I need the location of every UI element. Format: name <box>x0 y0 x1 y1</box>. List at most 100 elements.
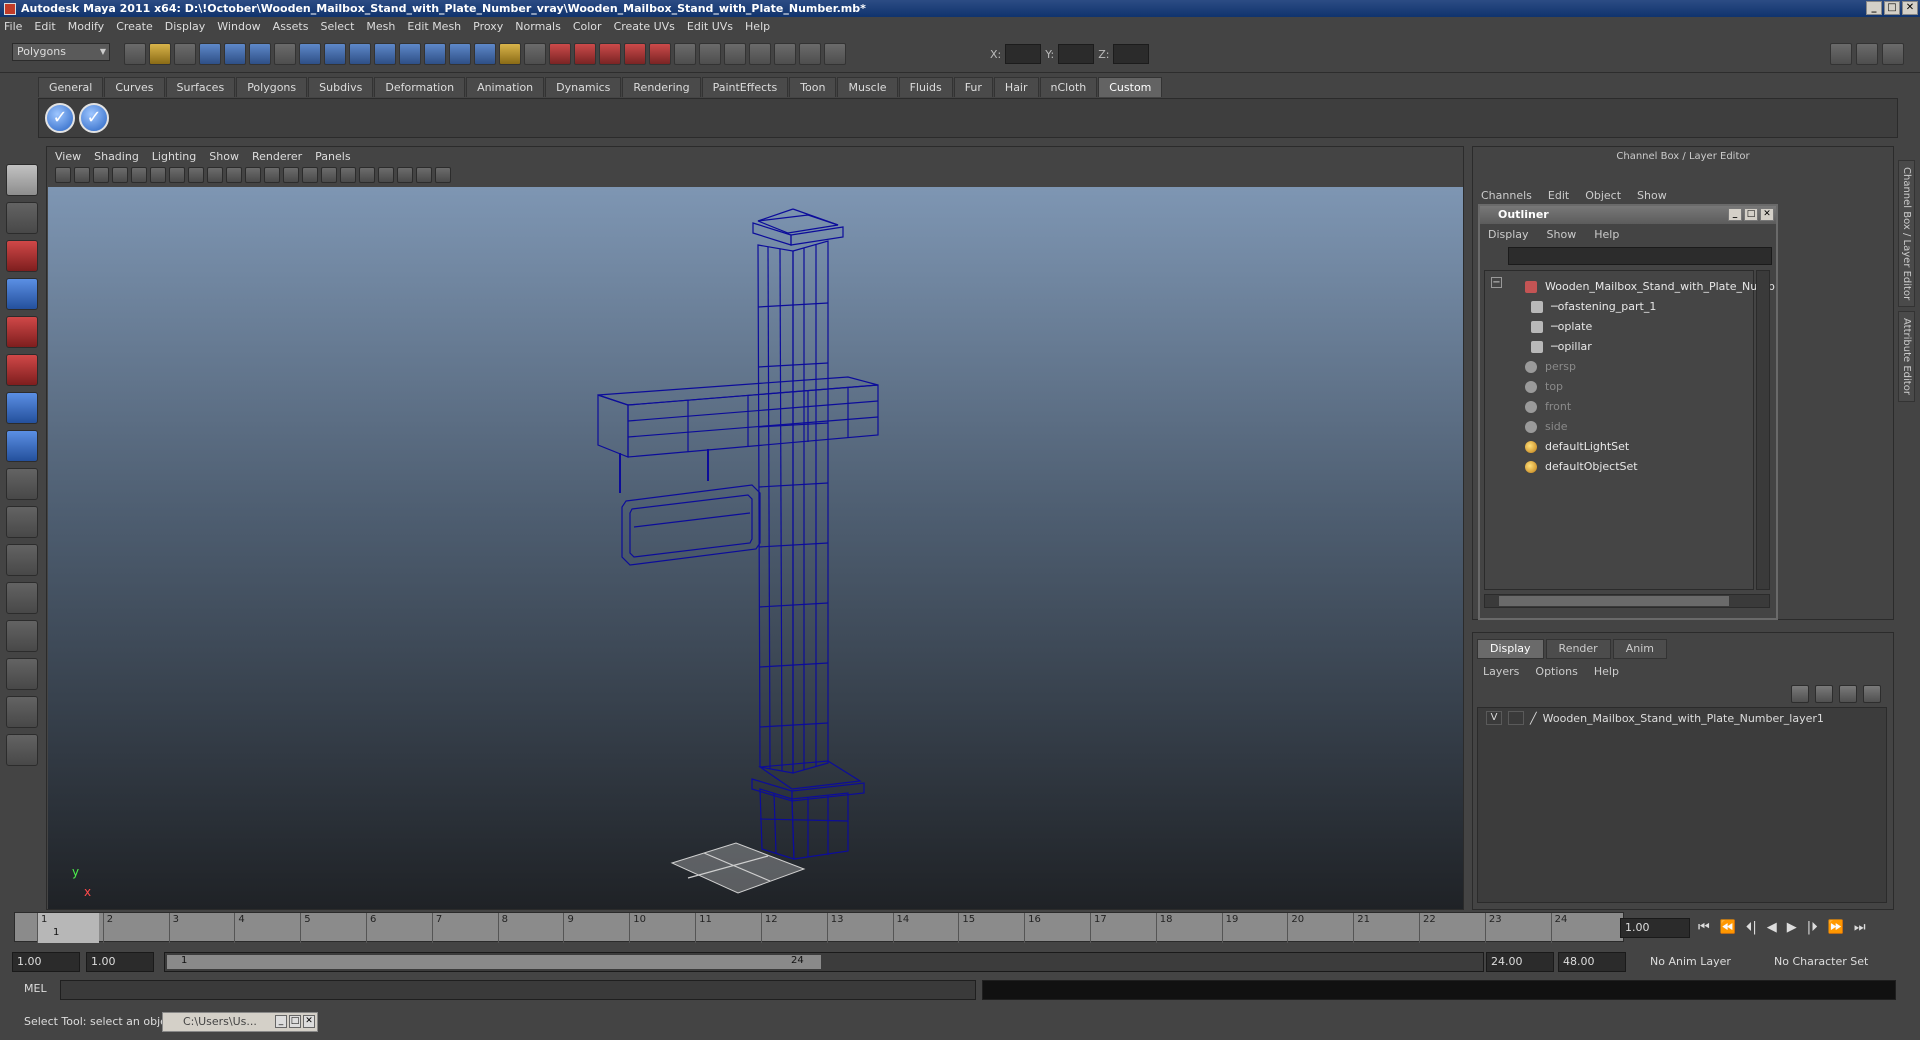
z-field[interactable] <box>1113 44 1150 64</box>
end-time-field[interactable]: 48.00 <box>1558 952 1626 972</box>
output-ops-icon[interactable] <box>699 43 721 65</box>
menu-edit-uvs[interactable]: Edit UVs <box>687 20 733 33</box>
smooth-shade-icon[interactable] <box>283 167 299 183</box>
layer-tab-display[interactable]: Display <box>1477 639 1544 659</box>
outliner-item[interactable]: front <box>1525 397 1571 417</box>
film-gate-icon[interactable] <box>150 167 166 183</box>
y-field[interactable] <box>1058 44 1095 64</box>
vp-menu-lighting[interactable]: Lighting <box>152 150 196 163</box>
backface-culling-icon[interactable] <box>435 167 451 183</box>
select-rendering-icon[interactable] <box>449 43 471 65</box>
move-tool-icon[interactable] <box>6 278 38 310</box>
camera-attributes-icon[interactable] <box>74 167 90 183</box>
highlight-selection-icon[interactable] <box>524 43 546 65</box>
play-forwards-button[interactable]: ▶ <box>1787 920 1797 935</box>
isolate-select-icon[interactable] <box>378 167 394 183</box>
select-tool-icon[interactable] <box>6 164 38 196</box>
playback-end-field[interactable]: 24.00 <box>1486 952 1554 972</box>
single-pane-layout-icon[interactable] <box>6 544 38 576</box>
menu-window[interactable]: Window <box>217 20 260 33</box>
make-live-icon[interactable] <box>649 43 671 65</box>
menu-edit-mesh[interactable]: Edit Mesh <box>407 20 461 33</box>
move-layer-down-icon[interactable] <box>1815 685 1833 703</box>
layer-type-toggle[interactable] <box>1508 711 1524 725</box>
current-time-field[interactable]: 1.00 <box>1620 918 1690 938</box>
task-close-button[interactable]: ✕ <box>303 1015 315 1028</box>
command-language-label[interactable]: MEL <box>24 982 47 995</box>
custom-check-button-1[interactable]: ✓ <box>45 103 75 133</box>
show-manipulator-icon[interactable] <box>6 468 38 500</box>
shelf-tab-curves[interactable]: Curves <box>104 77 165 97</box>
ol-menu-help[interactable]: Help <box>1594 228 1619 241</box>
render-settings-icon[interactable] <box>824 43 846 65</box>
layer-tab-anim[interactable]: Anim <box>1612 639 1667 659</box>
side-tab-attribute-editor[interactable]: Attribute Editor <box>1898 311 1915 403</box>
shadows-icon[interactable] <box>359 167 375 183</box>
menu-select[interactable]: Select <box>320 20 354 33</box>
layer-menu-help[interactable]: Help <box>1594 665 1619 678</box>
menu-edit[interactable]: Edit <box>34 20 55 33</box>
snap-view-plane-icon[interactable] <box>624 43 646 65</box>
outliner-filter-field[interactable] <box>1508 247 1772 265</box>
select-surfaces-icon[interactable] <box>374 43 396 65</box>
range-slider-fill[interactable] <box>167 955 821 969</box>
snap-curve-icon[interactable] <box>574 43 596 65</box>
select-object-icon[interactable] <box>224 43 246 65</box>
select-component-icon[interactable] <box>249 43 271 65</box>
shelf-tab-surfaces[interactable]: Surfaces <box>165 77 236 97</box>
go-to-end-button[interactable]: ⏭ <box>1854 920 1866 935</box>
vp-menu-show[interactable]: Show <box>209 150 239 163</box>
ipr-render-icon[interactable] <box>799 43 821 65</box>
play-backwards-button[interactable]: ◀ <box>1767 920 1777 935</box>
menu-normals[interactable]: Normals <box>515 20 561 33</box>
ol-menu-show[interactable]: Show <box>1547 228 1577 241</box>
last-tool-icon[interactable] <box>6 506 38 538</box>
vp-menu-view[interactable]: View <box>55 150 81 163</box>
layer-visibility-toggle[interactable]: V <box>1486 711 1502 725</box>
wireframe-on-shaded-icon[interactable] <box>302 167 318 183</box>
persp-graph-layout-icon[interactable] <box>6 658 38 690</box>
time-slider[interactable]: 1 1 2 3 4 5 6 7 8 9 10 11 12 13 14 15 16 17 18 19 20 21 22 23 2… <box>14 912 1624 943</box>
xray-icon[interactable] <box>397 167 413 183</box>
paint-select-tool-icon[interactable] <box>6 240 38 272</box>
minimize-button[interactable]: _ <box>1866 1 1882 15</box>
start-time-field[interactable]: 1.00 <box>12 952 80 972</box>
select-hierarchy-icon[interactable] <box>199 43 221 65</box>
scale-tool-icon[interactable] <box>6 354 38 386</box>
command-input[interactable] <box>60 980 976 1000</box>
custom-layout-icon[interactable] <box>6 734 38 766</box>
cb-menu-show[interactable]: Show <box>1637 189 1667 202</box>
camera-select-icon[interactable] <box>55 167 71 183</box>
collapse-toggle-icon[interactable]: − <box>1491 277 1502 288</box>
move-layer-up-icon[interactable] <box>1791 685 1809 703</box>
shelf-tab-rendering[interactable]: Rendering <box>622 77 701 97</box>
go-to-start-button[interactable]: ⏮ <box>1698 920 1710 935</box>
layer-color-swatch-icon[interactable]: ╱ <box>1530 712 1537 725</box>
outliner-vertical-scrollbar[interactable] <box>1756 270 1770 590</box>
save-scene-icon[interactable] <box>174 43 196 65</box>
task-minimize-button[interactable]: _ <box>275 1015 287 1028</box>
lasso-tool-icon[interactable] <box>6 202 38 234</box>
range-slider[interactable]: 1 24 <box>164 952 1484 972</box>
layer-row[interactable]: V ╱ Wooden_Mailbox_Stand_with_Plate_Numb… <box>1478 708 1886 728</box>
shelf-tab-painteffects[interactable]: PaintEffects <box>701 77 789 97</box>
bookmark-icon[interactable] <box>93 167 109 183</box>
soft-modification-icon[interactable] <box>6 430 38 462</box>
maximize-button[interactable]: □ <box>1884 1 1900 15</box>
outliner-item[interactable]: ─o plate <box>1531 317 1592 337</box>
default-lighting-icon[interactable] <box>340 167 356 183</box>
outliner-close-button[interactable]: ✕ <box>1760 208 1774 221</box>
scroll-thumb[interactable] <box>1499 596 1729 606</box>
construction-history-icon[interactable] <box>724 43 746 65</box>
custom-check-button-2[interactable]: ✓ <box>79 103 109 133</box>
select-misc-icon[interactable] <box>474 43 496 65</box>
step-back-key-button[interactable]: ⏪ <box>1720 920 1736 935</box>
shelf-tab-hair[interactable]: Hair <box>993 77 1039 97</box>
image-plane-icon[interactable] <box>112 167 128 183</box>
menu-display[interactable]: Display <box>165 20 206 33</box>
resolution-gate-icon[interactable] <box>169 167 185 183</box>
outliner-maximize-button[interactable]: □ <box>1744 208 1758 221</box>
xray-joints-icon[interactable] <box>416 167 432 183</box>
snap-grid-icon[interactable] <box>549 43 571 65</box>
vp-menu-panels[interactable]: Panels <box>315 150 350 163</box>
